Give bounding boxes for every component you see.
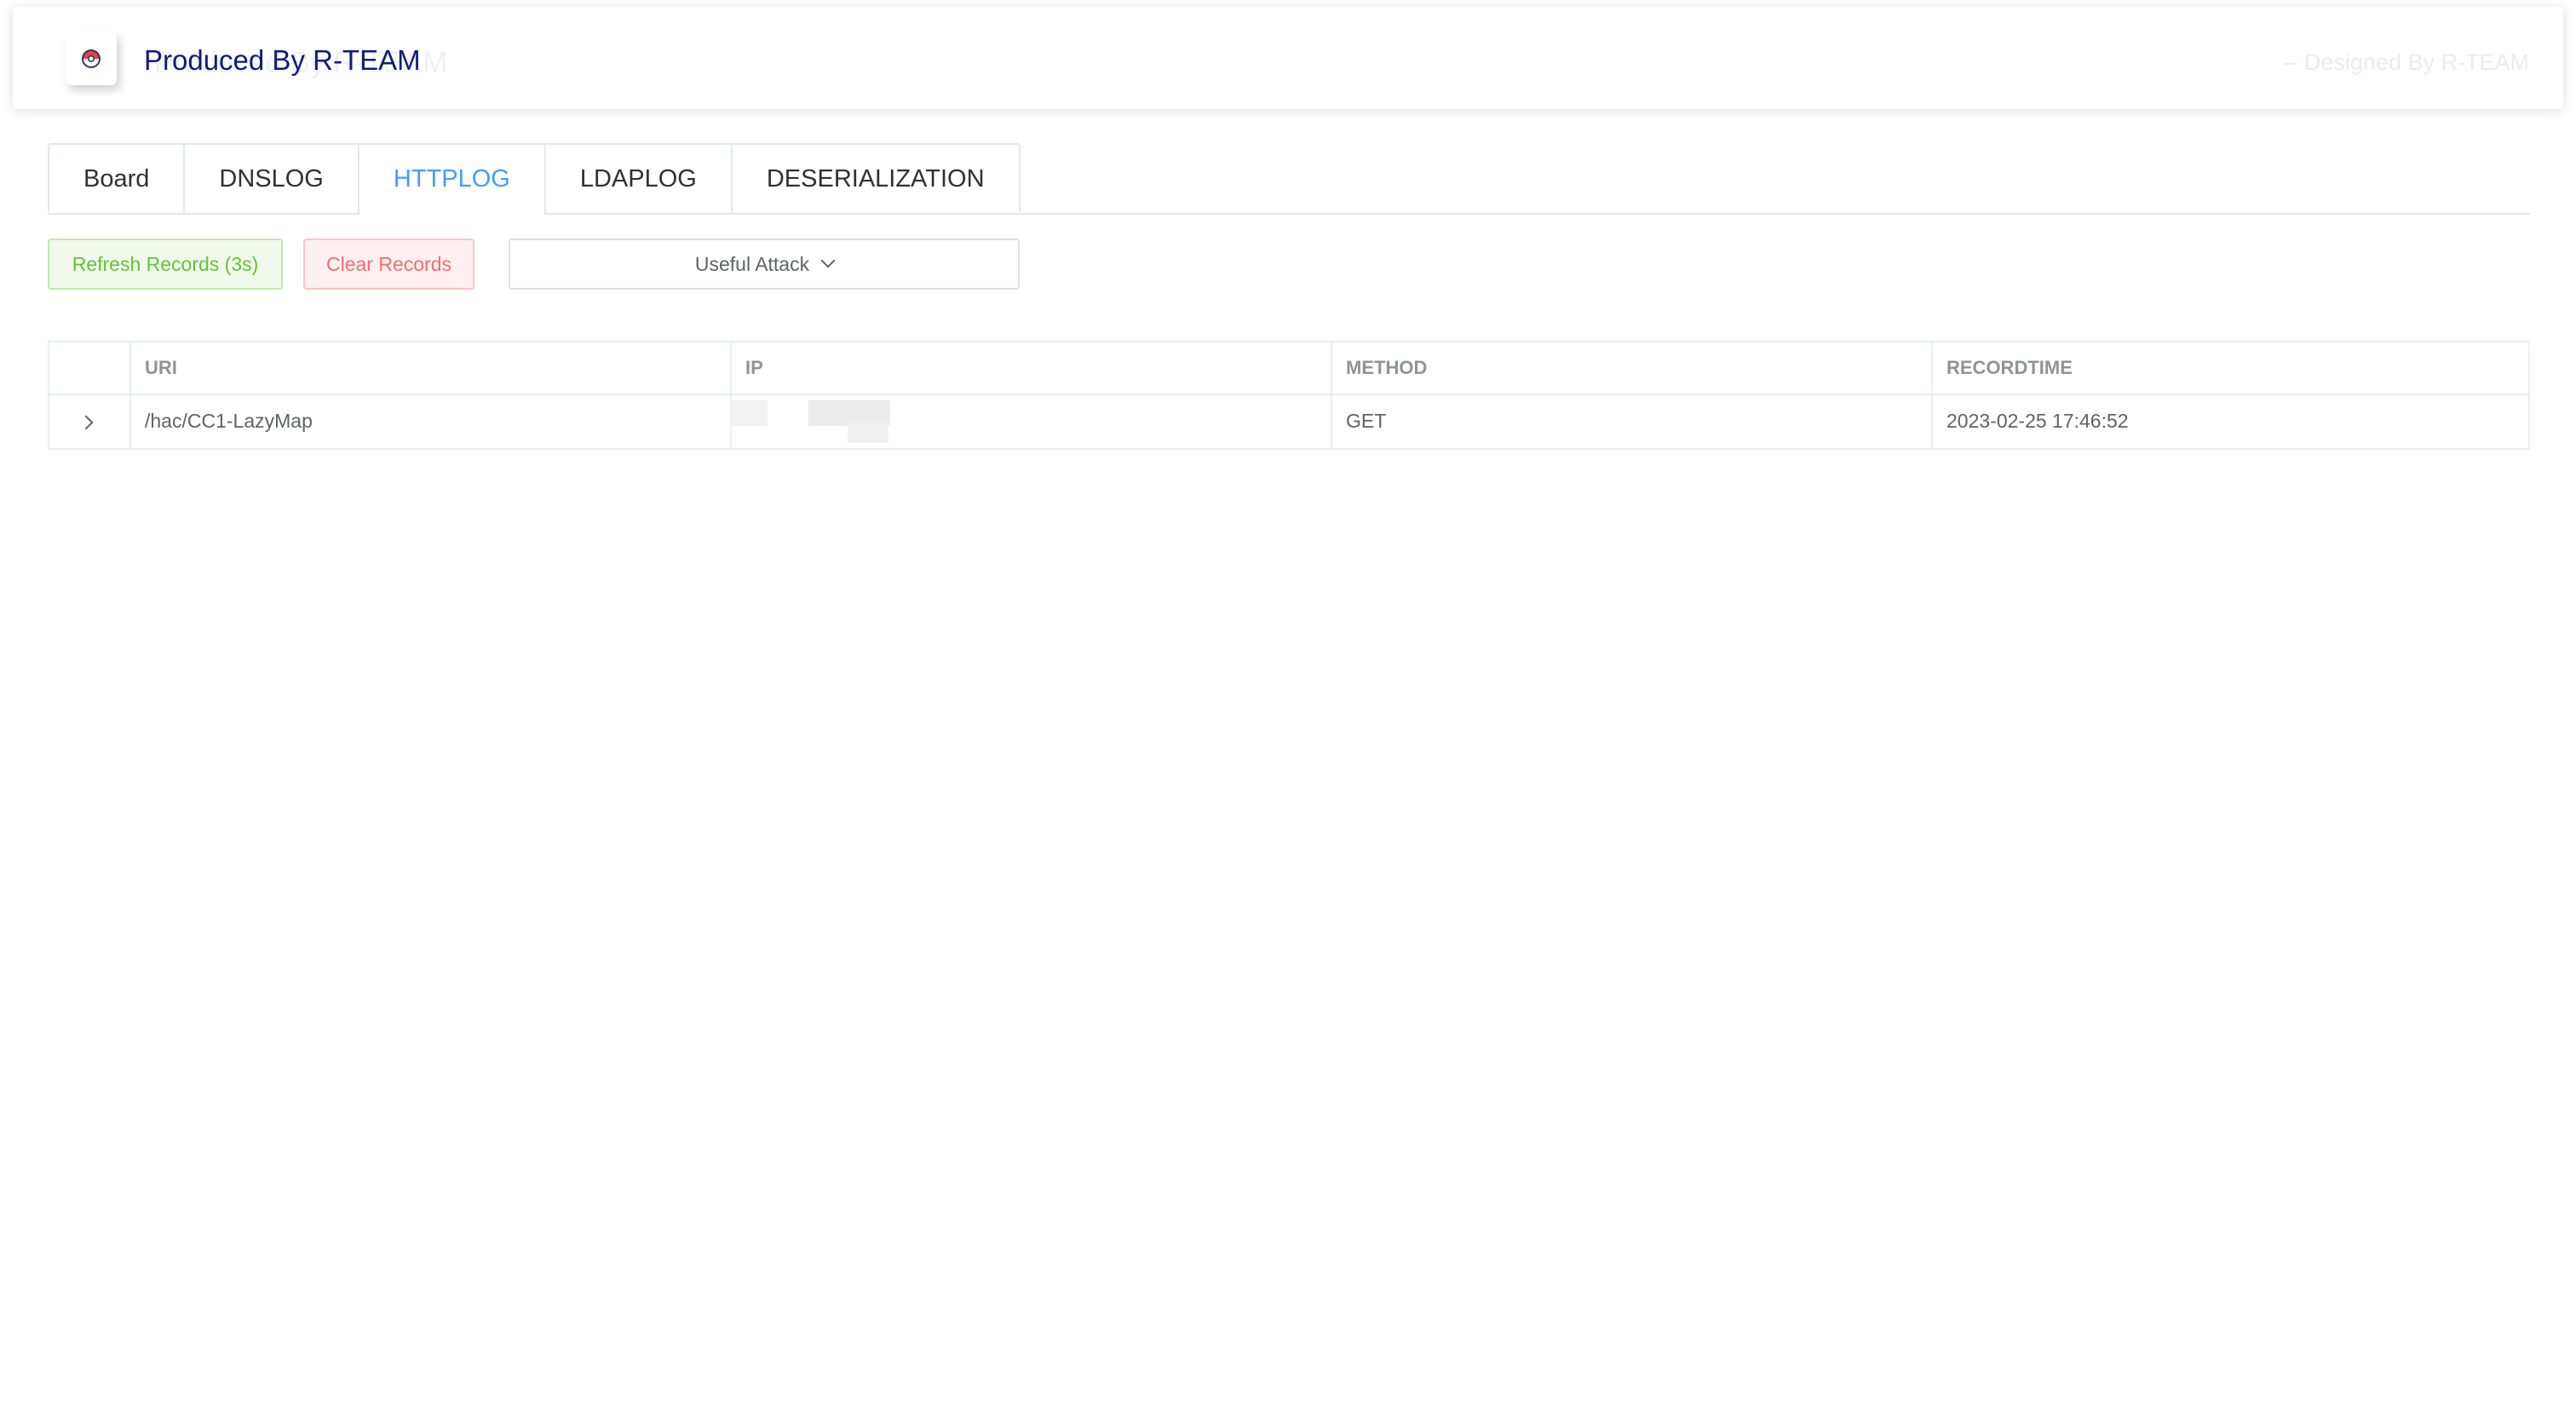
app-header: Produced By R-TEAM Produced By R-TEAM --… <box>13 7 2563 109</box>
column-header-ip: IP <box>730 342 1331 394</box>
recordtime-cell: 2023-02-25 17:46:52 <box>1931 395 2528 448</box>
clear-records-button[interactable]: Clear Records <box>303 239 474 290</box>
designed-by-text: -- Designed By R-TEAM <box>2282 49 2529 75</box>
redaction-block <box>848 421 888 443</box>
page-title: Produced By R-TEAM <box>144 44 421 76</box>
ip-cell <box>730 395 1331 448</box>
table-header-row: URI IP METHOD RECORDTIME <box>49 342 2528 395</box>
column-header-recordtime: RECORDTIME <box>1931 342 2528 394</box>
expand-cell[interactable] <box>49 395 129 448</box>
chevron-right-icon[interactable] <box>78 415 94 430</box>
chevron-down-icon <box>820 253 836 268</box>
tab-ldaplog[interactable]: LDAPLOG <box>543 145 731 213</box>
uri-cell: /hac/CC1-LazyMap <box>129 395 730 448</box>
useful-attack-dropdown[interactable]: Useful Attack <box>509 239 1020 290</box>
useful-attack-label: Useful Attack <box>694 253 810 275</box>
column-header-method: METHOD <box>1331 342 1931 394</box>
tab-board[interactable]: Board <box>49 145 183 213</box>
tab-dnslog[interactable]: DNSLOG <box>183 145 357 213</box>
method-cell: GET <box>1331 395 1931 448</box>
tab-bar: Board DNSLOG HTTPLOG LDAPLOG DESERIALIZA… <box>48 143 2530 215</box>
pokeball-icon <box>82 49 101 68</box>
expand-column-header <box>49 342 129 394</box>
records-table: URI IP METHOD RECORDTIME /hac/CC1-LazyMa… <box>48 341 2530 450</box>
refresh-records-button[interactable]: Refresh Records (3s) <box>48 239 283 290</box>
tab-list: Board DNSLOG HTTPLOG LDAPLOG DESERIALIZA… <box>48 143 1021 215</box>
tab-deserialization[interactable]: DESERIALIZATION <box>730 145 1019 213</box>
redaction-block <box>732 400 768 426</box>
table-row: /hac/CC1-LazyMap GET 2023-02-25 17:46:52 <box>49 395 2528 448</box>
column-header-uri: URI <box>129 342 730 394</box>
logo <box>66 32 117 85</box>
tab-httplog[interactable]: HTTPLOG <box>357 145 544 215</box>
